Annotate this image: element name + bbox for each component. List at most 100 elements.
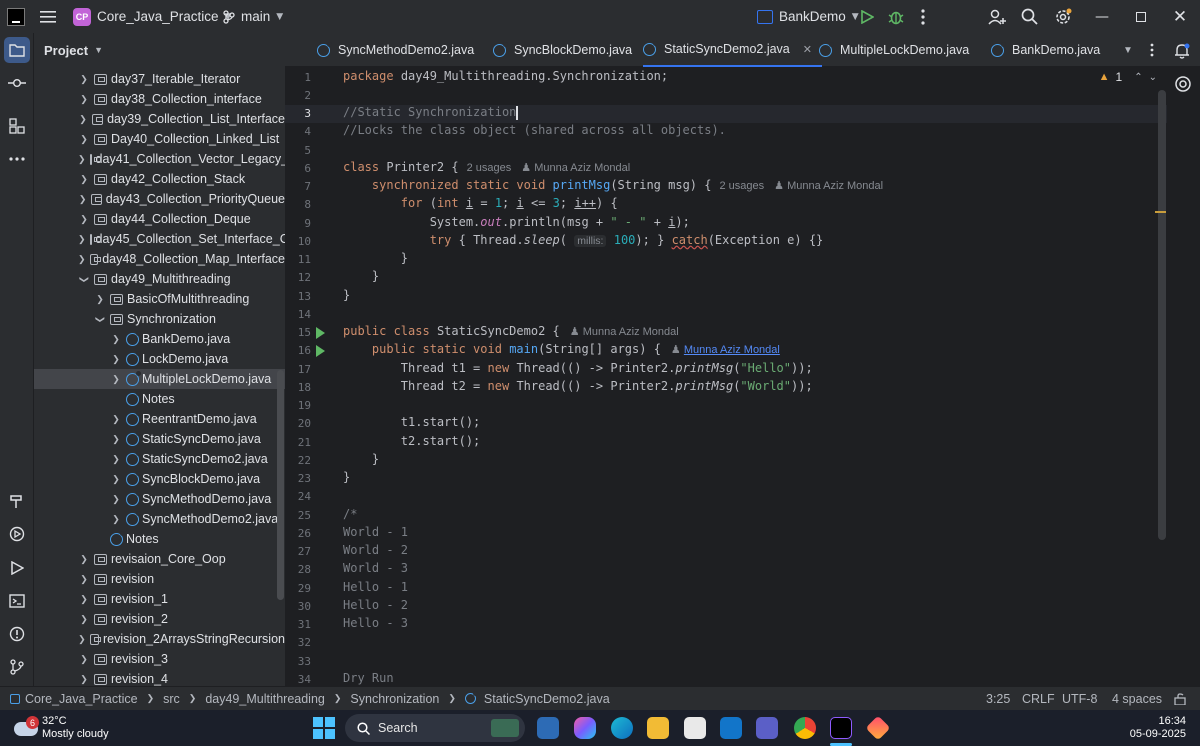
structure-tool-button[interactable] — [4, 113, 30, 139]
teams-icon[interactable] — [756, 717, 778, 739]
outlook-icon[interactable] — [720, 717, 742, 739]
tree-folder-day40[interactable]: ❯ Day40_Collection_Linked_List — [34, 129, 285, 149]
tree-folder-revision-3[interactable]: ❯ revision_3 — [34, 649, 285, 669]
chrome-icon[interactable] — [794, 717, 816, 739]
tree-folder-revision-2[interactable]: ❯ revision_2 — [34, 609, 285, 629]
code-editor[interactable]: ▲ 1 ⌃ ⌄ 1 2 3 4 5 6 7 8 9 10 11 12 13 14… — [285, 67, 1167, 686]
tree-folder-synchronization[interactable]: ❯ Synchronization — [34, 309, 285, 329]
tree-file-staticsyncdemo[interactable]: ❯ StaticSyncDemo.java — [34, 429, 285, 449]
app-icon[interactable] — [865, 715, 891, 741]
close-window-button[interactable]: ✕ — [1160, 0, 1200, 33]
tree-folder-day49[interactable]: ❯ day49_Multithreading — [34, 269, 285, 289]
warning-stripe-marker[interactable] — [1155, 211, 1166, 213]
taskbar-search-box[interactable]: Search — [345, 714, 525, 742]
tree-file-notes-2[interactable]: Notes — [34, 529, 285, 549]
main-menu-icon[interactable] — [40, 0, 56, 33]
run-class-gutter-icon[interactable] — [316, 327, 325, 339]
tree-file-multiplelockdemo[interactable]: ❯ MultipleLockDemo.java — [34, 369, 285, 389]
tab-syncblockdemo[interactable]: SyncBlockDemo.java — [493, 33, 632, 67]
chevron-up-icon[interactable]: ⌃ — [1134, 72, 1142, 83]
project-tool-button[interactable] — [4, 37, 30, 63]
commit-tool-button[interactable] — [4, 70, 30, 96]
usages-hint[interactable]: 2 usages — [467, 162, 512, 174]
clock[interactable]: 16:34 05-09-2025 — [1130, 715, 1186, 741]
tree-file-syncmethoddemo[interactable]: ❯ SyncMethodDemo.java — [34, 489, 285, 509]
inspection-widget[interactable]: ▲ 1 ⌃ ⌄ — [1099, 70, 1157, 84]
tree-file-reentrantdemo[interactable]: ❯ ReentrantDemo.java — [34, 409, 285, 429]
git-tool-button[interactable] — [4, 654, 30, 680]
tree-folder-day39[interactable]: ❯ day39_Collection_List_Interface — [34, 109, 285, 129]
tree-folder-revision-2arrays[interactable]: ❯ revision_2ArraysStringRecursion — [34, 629, 285, 649]
author-hint[interactable]: ♟ Munna Aziz Mondal — [570, 326, 679, 338]
tab-bankdemo[interactable]: BankDemo.java — [991, 33, 1100, 67]
task-view-icon[interactable] — [537, 717, 559, 739]
tree-file-staticsyncdemo2[interactable]: ❯ StaticSyncDemo2.java — [34, 449, 285, 469]
caret-position[interactable]: 3:25 — [986, 687, 1010, 710]
author-hint[interactable]: ♟ Munna Aziz Mondal — [774, 180, 883, 192]
run-button[interactable] — [860, 0, 874, 33]
search-everywhere-button[interactable] — [1021, 0, 1038, 33]
tab-options-button[interactable] — [1149, 33, 1155, 67]
more-tools-button[interactable] — [4, 146, 30, 172]
project-selector[interactable]: CP Core_Java_Practice ▼ — [73, 0, 231, 33]
breadcrumb-item[interactable]: StaticSyncDemo2.java — [484, 692, 610, 706]
editor-scrollbar[interactable] — [1158, 90, 1166, 540]
readonly-toggle[interactable] — [1174, 687, 1186, 710]
tree-folder-basicofmultithreading[interactable]: ❯ BasicOfMultithreading — [34, 289, 285, 309]
close-tab-icon[interactable]: ✕ — [803, 43, 812, 56]
services-tool-button[interactable] — [4, 521, 30, 547]
weather-text[interactable]: 32°C Mostly cloudy — [42, 715, 109, 741]
debug-button[interactable] — [888, 0, 904, 33]
run-tool-button[interactable] — [4, 555, 30, 581]
tree-folder-revision[interactable]: ❯ revision — [34, 569, 285, 589]
store-icon[interactable] — [684, 717, 706, 739]
notifications-button[interactable] — [1173, 42, 1191, 64]
copilot-icon[interactable] — [574, 717, 596, 739]
tree-folder-day44[interactable]: ❯ day44_Collection_Deque — [34, 209, 285, 229]
tree-file-lockdemo[interactable]: ❯ LockDemo.java — [34, 349, 285, 369]
tree-folder-day38[interactable]: ❯ day38_Collection_interface — [34, 89, 285, 109]
run-main-gutter-icon[interactable] — [316, 345, 325, 357]
minimize-button[interactable]: — — [1082, 0, 1122, 33]
tab-list-dropdown[interactable]: ▼ — [1123, 33, 1133, 67]
terminal-tool-button[interactable] — [4, 588, 30, 614]
tree-folder-day43[interactable]: ❯ day43_Collection_PriorityQueue — [34, 189, 285, 209]
run-config-selector[interactable]: BankDemo ▼ — [757, 0, 859, 33]
tree-file-syncblockdemo[interactable]: ❯ SyncBlockDemo.java — [34, 469, 285, 489]
restore-button[interactable] — [1121, 0, 1161, 33]
tab-multiplelockdemo[interactable]: MultipleLockDemo.java — [819, 33, 969, 67]
intellij-icon[interactable] — [830, 717, 852, 739]
author-hint[interactable]: ♟ Munna Aziz Mondal — [521, 162, 630, 174]
tree-folder-revisaion-core-oop[interactable]: ❯ revisaion_Core_Oop — [34, 549, 285, 569]
tree-file-notes[interactable]: Notes — [34, 389, 285, 409]
usages-hint[interactable]: 2 usages — [719, 180, 764, 192]
breadcrumb-item[interactable]: Synchronization — [350, 692, 439, 706]
more-actions-button[interactable] — [920, 0, 926, 33]
tree-folder-day37[interactable]: ❯ day37_Iterable_Iterator — [34, 69, 285, 89]
tree-folder-day48[interactable]: ❯ day48_Collection_Map_Interface — [34, 249, 285, 269]
breadcrumb-item[interactable]: day49_Multithreading — [205, 692, 325, 706]
tree-file-syncmethoddemo2[interactable]: ❯ SyncMethodDemo2.java — [34, 509, 285, 529]
author-hint[interactable]: ♟ Munna Aziz Mondal — [671, 344, 780, 356]
edge-icon[interactable] — [611, 717, 633, 739]
tree-folder-revision-4[interactable]: ❯ revision_4 — [34, 669, 285, 686]
indent-setting[interactable]: 4 spaces — [1112, 687, 1162, 710]
branch-selector[interactable]: main ▼ — [223, 0, 283, 33]
add-user-button[interactable] — [988, 0, 1006, 33]
line-separator[interactable]: CRLF — [1022, 687, 1055, 710]
start-button[interactable] — [313, 717, 335, 739]
tree-folder-revision-1[interactable]: ❯ revision_1 — [34, 589, 285, 609]
tab-syncmethoddemo2[interactable]: SyncMethodDemo2.java — [317, 33, 474, 67]
settings-button[interactable] — [1054, 0, 1072, 33]
tree-folder-day41[interactable]: ❯ day41_Collection_Vector_Legacy_C — [34, 149, 285, 169]
author-name-link[interactable]: Munna Aziz Mondal — [684, 344, 780, 356]
breadcrumb-item[interactable]: src — [163, 692, 180, 706]
app-logo[interactable] — [7, 0, 25, 33]
tree-folder-day45[interactable]: ❯ day45_Collection_Set_Interface_C — [34, 229, 285, 249]
project-panel-header[interactable]: Project ▼ — [44, 33, 103, 67]
ai-assistant-button[interactable] — [1174, 75, 1192, 97]
breadcrumb-item[interactable]: Core_Java_Practice — [25, 692, 138, 706]
tree-folder-day42[interactable]: ❯ day42_Collection_Stack — [34, 169, 285, 189]
tab-staticsyncdemo2[interactable]: StaticSyncDemo2.java ✕ — [643, 33, 822, 67]
build-tool-button[interactable] — [4, 488, 30, 514]
